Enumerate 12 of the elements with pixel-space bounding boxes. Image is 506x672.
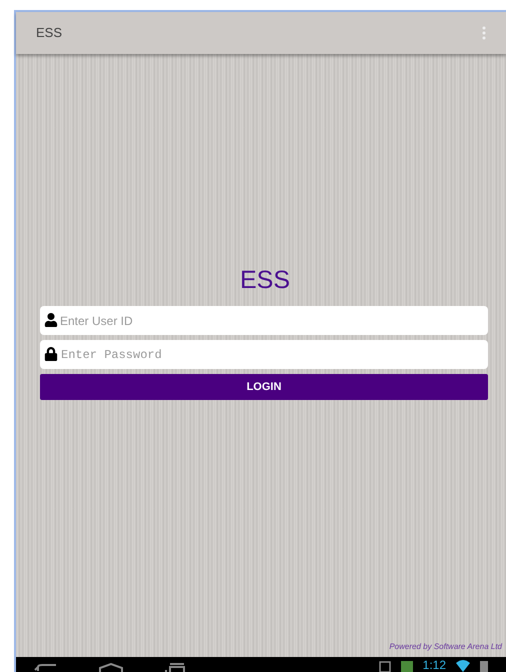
app-title: ESS bbox=[36, 24, 62, 42]
user-icon bbox=[44, 313, 58, 327]
login-button[interactable]: LOGIN bbox=[40, 374, 488, 400]
password-field[interactable]: Enter Password bbox=[40, 340, 488, 369]
login-title: ESS bbox=[238, 265, 292, 295]
wifi-icon bbox=[456, 659, 470, 672]
lock-icon bbox=[44, 347, 58, 361]
user-id-field[interactable]: Enter User ID bbox=[40, 306, 488, 335]
notification-icon bbox=[400, 659, 413, 672]
home-icon[interactable] bbox=[98, 663, 124, 672]
clock-time: 1:12 bbox=[422, 659, 446, 672]
powered-by-text: Powered by Software Arena Ltd bbox=[389, 641, 502, 653]
